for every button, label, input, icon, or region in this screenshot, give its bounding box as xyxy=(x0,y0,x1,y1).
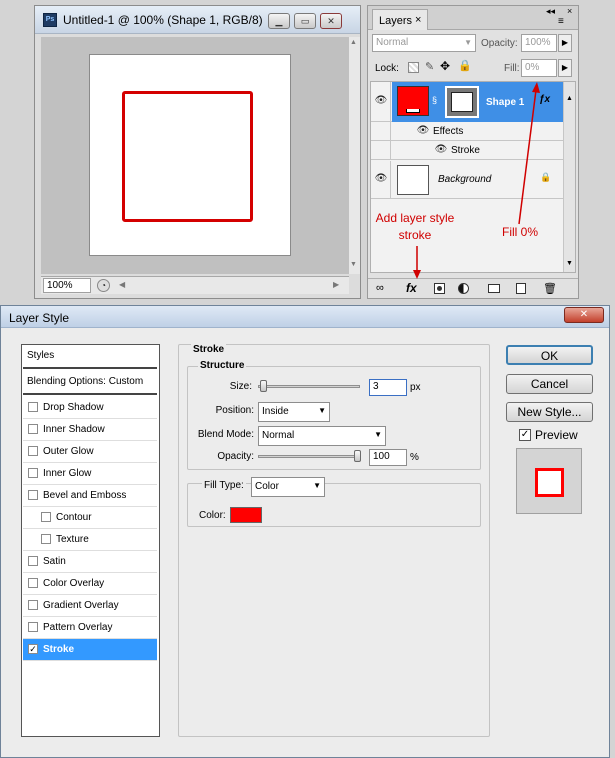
dialog-close-button[interactable]: ✕ xyxy=(564,307,604,323)
fill-type-label: Fill Type: xyxy=(202,480,246,491)
style-item-pattern-overlay[interactable]: Pattern Overlay xyxy=(23,617,157,639)
style-checkbox[interactable] xyxy=(41,534,51,544)
structure-group: Structure Size: 3 px Position: Inside ▼ … xyxy=(187,360,481,470)
opacity-slider-thumb[interactable] xyxy=(354,450,361,462)
position-select[interactable]: Inside ▼ xyxy=(258,402,330,422)
style-item-satin[interactable]: Satin xyxy=(23,551,157,573)
blending-options-item[interactable]: Blending Options: Custom xyxy=(23,371,157,395)
style-item-inner-shadow[interactable]: Inner Shadow xyxy=(23,419,157,441)
opacity-input[interactable]: 100 xyxy=(369,449,407,466)
style-item-label: Color Overlay xyxy=(43,578,105,589)
opacity-slider-track[interactable] xyxy=(258,455,360,458)
blend-mode-label: Blend Mode: xyxy=(197,429,254,440)
stroke-section-title: Stroke xyxy=(191,344,227,355)
arrow-to-fx-head xyxy=(413,270,421,279)
preview-label: Preview xyxy=(535,428,578,442)
blend-mode-select[interactable]: Normal ▼ xyxy=(258,426,386,446)
annotation-arrows xyxy=(413,82,540,279)
structure-label: Structure xyxy=(198,360,247,371)
style-item-stroke[interactable]: ✓ Stroke xyxy=(23,639,157,661)
new-style-button[interactable]: New Style... xyxy=(506,402,593,422)
stroke-color-swatch[interactable] xyxy=(230,507,262,523)
arrow-to-fill-head xyxy=(532,82,540,93)
style-checkbox[interactable] xyxy=(28,578,38,588)
style-checkbox[interactable] xyxy=(28,402,38,412)
style-item-color-overlay[interactable]: Color Overlay xyxy=(23,573,157,595)
style-item-label: Contour xyxy=(56,512,92,523)
style-item-label: Outer Glow xyxy=(43,446,94,457)
style-item-texture[interactable]: Texture xyxy=(23,529,157,551)
arrow-to-fill-line xyxy=(518,89,537,225)
style-item-inner-glow[interactable]: Inner Glow xyxy=(23,463,157,485)
style-item-outer-glow[interactable]: Outer Glow xyxy=(23,441,157,463)
style-checkbox[interactable] xyxy=(28,622,38,632)
ok-button[interactable]: OK xyxy=(506,345,593,365)
size-unit: px xyxy=(410,382,421,393)
chevron-down-icon: ▼ xyxy=(313,481,321,490)
chevron-down-icon: ▼ xyxy=(318,406,326,415)
style-item-label: Pattern Overlay xyxy=(43,622,113,633)
style-checkbox[interactable] xyxy=(28,556,38,566)
style-checkbox[interactable] xyxy=(28,446,38,456)
styles-list: Styles Blending Options: Custom Drop Sha… xyxy=(21,344,160,737)
style-item-label: Stroke xyxy=(43,644,75,655)
style-item-label: Inner Glow xyxy=(43,468,92,479)
style-item-label: Drop Shadow xyxy=(43,402,104,413)
cancel-button[interactable]: Cancel xyxy=(506,374,593,394)
color-label: Color: xyxy=(199,510,226,521)
blend-mode-value: Normal xyxy=(262,430,295,441)
dialog-titlebar[interactable]: Layer Style ✕ xyxy=(1,306,609,328)
preview-checkbox[interactable]: ✓ xyxy=(519,429,531,441)
position-label: Position: xyxy=(215,405,254,416)
dialog-title: Layer Style xyxy=(9,311,70,325)
chevron-down-icon: ▼ xyxy=(374,430,382,439)
style-item-label: Bevel and Emboss xyxy=(43,490,127,501)
preview-stroke-square xyxy=(535,468,564,497)
style-checkbox[interactable] xyxy=(28,600,38,610)
layer-style-dialog: Layer Style ✕ Styles Blending Options: C… xyxy=(0,305,610,758)
style-item-contour[interactable]: Contour xyxy=(23,507,157,529)
size-input[interactable]: 3 xyxy=(369,379,407,396)
style-item-label: Gradient Overlay xyxy=(43,600,119,611)
style-checkbox[interactable]: ✓ xyxy=(28,644,38,654)
style-item-label: Satin xyxy=(43,556,66,567)
style-item-label: Inner Shadow xyxy=(43,424,105,435)
style-checkbox[interactable] xyxy=(28,490,38,500)
preview-thumbnail xyxy=(516,448,582,514)
styles-header[interactable]: Styles xyxy=(23,345,157,369)
style-checkbox[interactable] xyxy=(28,468,38,478)
style-item-bevel-and-emboss[interactable]: Bevel and Emboss xyxy=(23,485,157,507)
fill-type-group: Fill Type: Color ▼ Color: xyxy=(187,477,481,527)
position-value: Inside xyxy=(262,406,289,417)
style-item-gradient-overlay[interactable]: Gradient Overlay xyxy=(23,595,157,617)
size-label: Size: xyxy=(229,381,252,392)
stroke-section: Stroke Structure Size: 3 px Position: In… xyxy=(178,344,490,737)
style-checkbox[interactable] xyxy=(28,424,38,434)
style-checkbox[interactable] xyxy=(41,512,51,522)
fill-type-value: Color xyxy=(255,481,279,492)
opacity-unit: % xyxy=(410,452,419,463)
style-item-drop-shadow[interactable]: Drop Shadow xyxy=(23,397,157,419)
fill-type-select[interactable]: Color ▼ xyxy=(251,477,325,497)
size-slider-thumb[interactable] xyxy=(260,380,267,392)
style-item-label: Texture xyxy=(56,534,89,545)
size-slider-track[interactable] xyxy=(258,385,360,388)
opacity-label: Opacity: xyxy=(217,451,254,462)
